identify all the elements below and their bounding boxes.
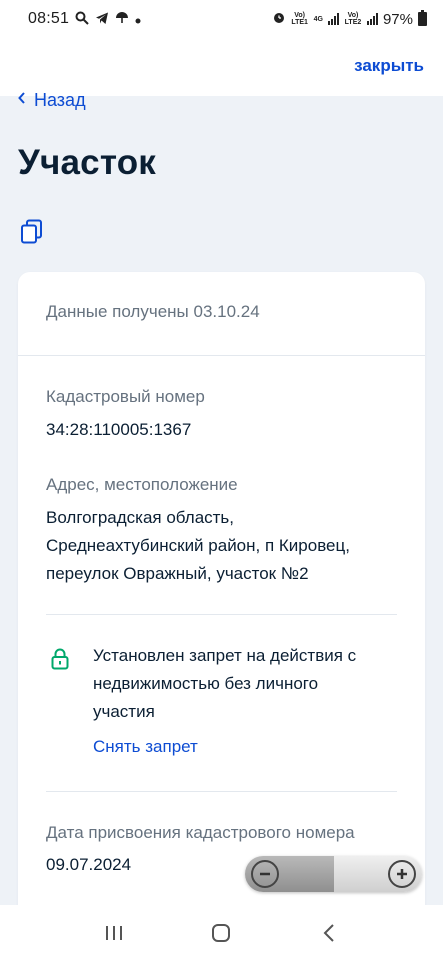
restriction-line-2: недвижимостью без личного bbox=[93, 674, 319, 693]
top-bar: закрыть bbox=[0, 38, 443, 96]
status-left: 08:51 bbox=[28, 10, 141, 28]
sim2-network-label: Vo) LTE2 bbox=[344, 12, 362, 26]
zoom-in-icon[interactable] bbox=[388, 860, 416, 888]
restriction-line-1: Установлен запрет на действия с bbox=[93, 646, 357, 665]
dot-icon bbox=[135, 12, 141, 26]
zoom-out-area bbox=[245, 856, 334, 892]
address-line-3: переулок Овражный, участок №2 bbox=[46, 564, 309, 583]
status-time: 08:51 bbox=[28, 10, 70, 27]
lock-icon bbox=[51, 648, 69, 670]
cadastral-number-value: 34:28:110005:1367 bbox=[46, 420, 192, 439]
network-4g-label: 4G bbox=[313, 15, 323, 23]
alarm-icon bbox=[272, 10, 286, 28]
card-header: Данные получены 03.10.24 bbox=[18, 272, 425, 356]
battery-percent: 97% bbox=[382, 10, 413, 28]
recent-apps-icon[interactable] bbox=[99, 918, 129, 948]
copy-icon[interactable] bbox=[20, 219, 44, 245]
zoom-out-icon[interactable] bbox=[251, 860, 279, 888]
divider bbox=[46, 791, 397, 792]
zoom-control bbox=[245, 856, 422, 892]
system-nav-bar bbox=[0, 905, 443, 960]
signal-icon bbox=[327, 13, 339, 25]
zoom-in-area bbox=[333, 856, 422, 892]
sim1-network-label: Vo) LTE1 bbox=[291, 12, 308, 26]
address-line-2: Среднеахтубинский район, п Кировец, bbox=[46, 536, 350, 555]
divider bbox=[46, 614, 397, 615]
close-button[interactable]: закрыть bbox=[354, 56, 424, 76]
page-title: Участок bbox=[18, 143, 156, 182]
telegram-icon bbox=[95, 11, 109, 27]
cadastral-number-label: Кадастровый номер bbox=[46, 387, 205, 406]
search-icon bbox=[75, 11, 89, 27]
chevron-left-icon bbox=[18, 91, 26, 109]
umbrella-icon bbox=[115, 11, 129, 27]
remove-restriction-link[interactable]: Снять запрет bbox=[93, 737, 198, 757]
status-bar: 08:51 Vo) LTE1 4G Vo) LTE2 97% bbox=[0, 0, 443, 38]
assign-date-label: Дата присвоения кадастрового номера bbox=[46, 823, 355, 842]
home-icon[interactable] bbox=[206, 918, 236, 948]
signal-icon-2 bbox=[366, 13, 378, 25]
restriction-notice: Установлен запрет на действия с недвижим… bbox=[93, 642, 393, 726]
address-label: Адрес, местоположение bbox=[46, 475, 238, 494]
restriction-line-3: участия bbox=[93, 702, 155, 721]
status-right: Vo) LTE1 4G Vo) LTE2 97% bbox=[272, 10, 427, 28]
battery-icon bbox=[418, 10, 427, 26]
back-label: Назад bbox=[34, 90, 86, 110]
back-link[interactable]: Назад bbox=[18, 90, 86, 111]
parcel-card: Данные получены 03.10.24 Кадастровый ном… bbox=[18, 272, 425, 932]
data-received-text: Данные получены 03.10.24 bbox=[46, 302, 260, 321]
back-nav-icon[interactable] bbox=[314, 918, 344, 948]
address-line-1: Волгоградская область, bbox=[46, 508, 235, 527]
